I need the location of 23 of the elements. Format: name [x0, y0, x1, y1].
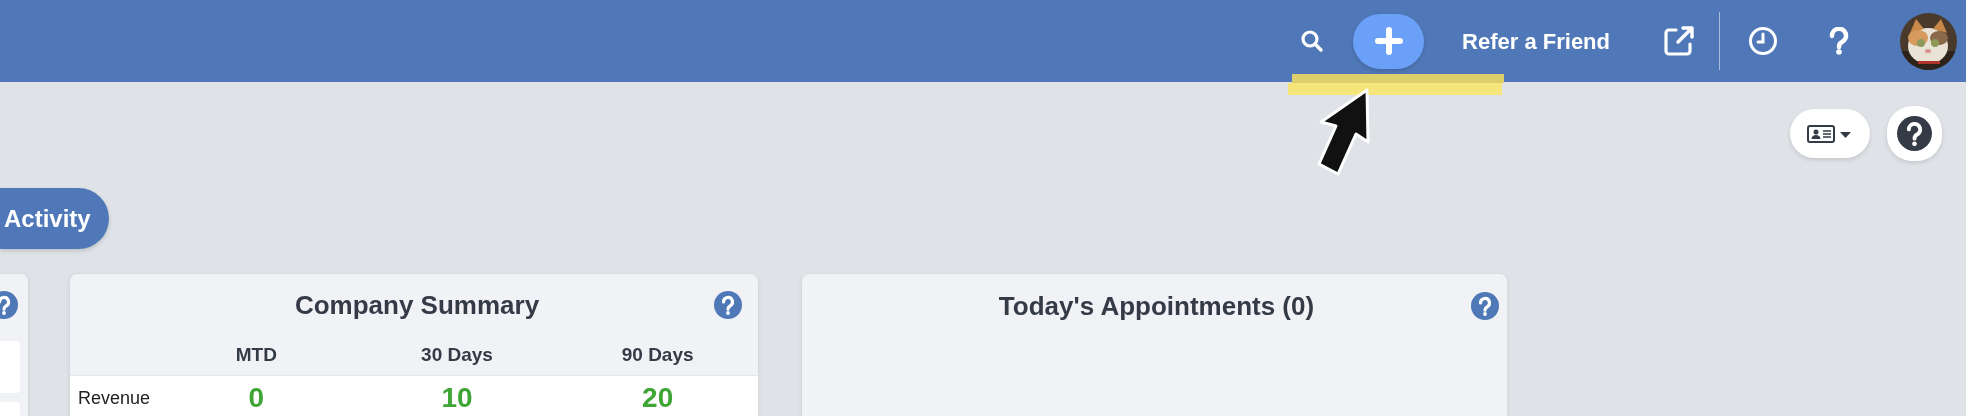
external-link-icon[interactable] — [1662, 24, 1696, 58]
card-title: Today's Appointments (0) — [997, 289, 1316, 323]
add-button[interactable] — [1353, 13, 1425, 69]
row-label: Revenue — [77, 386, 152, 410]
help-icon[interactable] — [714, 291, 742, 319]
column-header: MTD — [234, 343, 278, 368]
help-icon[interactable] — [1828, 27, 1850, 55]
contact-card-dropdown[interactable] — [1790, 109, 1870, 158]
metric-value: 20 — [641, 384, 675, 412]
column-header: 30 Days — [420, 343, 494, 368]
help-button[interactable] — [1887, 106, 1942, 161]
metric-value: 10 — [440, 384, 474, 412]
id-card-icon — [1807, 124, 1835, 143]
activity-button[interactable]: Activity — [0, 188, 109, 249]
metric-value: 0 — [247, 384, 266, 412]
card-title: Company Summary — [293, 288, 541, 322]
search-icon[interactable] — [1300, 29, 1325, 53]
clock-icon[interactable] — [1748, 26, 1778, 56]
caret-icon — [1840, 131, 1851, 138]
plus-icon — [1374, 27, 1403, 55]
help-icon[interactable] — [1471, 292, 1499, 320]
refer-link[interactable]: Refer a Friend — [1462, 24, 1610, 58]
column-header: 90 Days — [620, 343, 695, 368]
